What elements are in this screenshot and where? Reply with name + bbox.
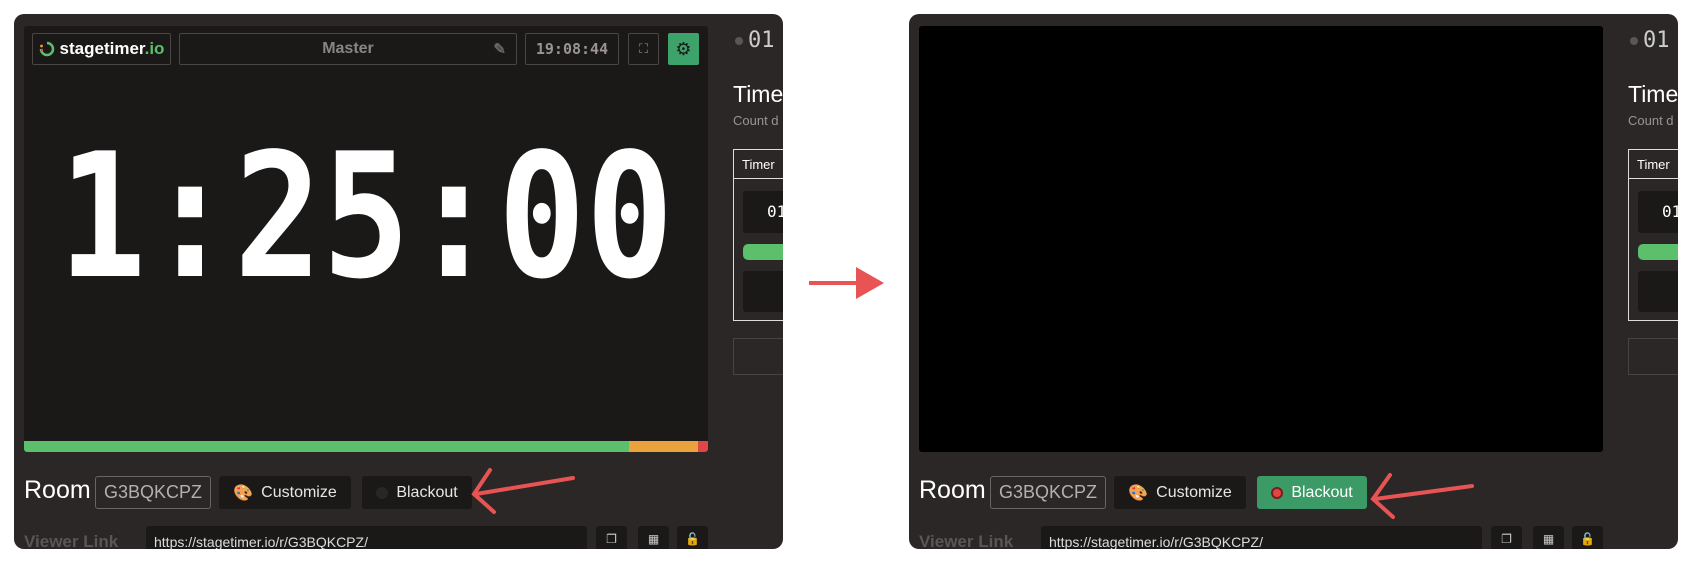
- transition-arrow-icon: [809, 267, 884, 299]
- annotation-arrow-right-icon: [1370, 473, 1474, 519]
- annotation-layer: [471, 267, 1474, 519]
- annotation-arrow-left-icon: [471, 468, 575, 514]
